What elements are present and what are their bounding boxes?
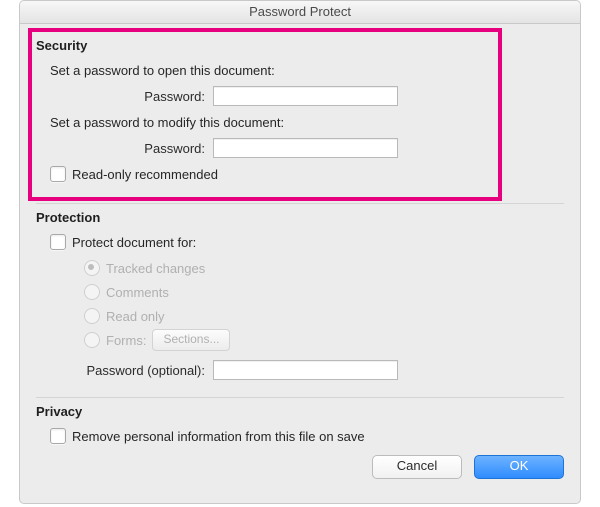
comments-radio [84, 284, 100, 300]
open-password-label: Password: [50, 89, 205, 104]
window-title: Password Protect [20, 1, 580, 24]
protection-password-input[interactable] [213, 360, 398, 380]
password-protect-dialog: Password Protect Security Set a password… [19, 0, 581, 504]
ok-button[interactable]: OK [474, 455, 564, 479]
tracked-changes-label: Tracked changes [106, 261, 205, 276]
privacy-heading: Privacy [36, 404, 564, 419]
cancel-button[interactable]: Cancel [372, 455, 462, 479]
protection-heading: Protection [36, 210, 564, 225]
protect-document-label: Protect document for: [72, 235, 196, 250]
security-section: Security Set a password to open this doc… [36, 32, 564, 203]
readonly-recommended-checkbox[interactable] [50, 166, 66, 182]
comments-label: Comments [106, 285, 169, 300]
modify-password-prompt: Set a password to modify this document: [50, 115, 284, 130]
remove-personal-info-label: Remove personal information from this fi… [72, 429, 365, 444]
readonly-recommended-label: Read-only recommended [72, 167, 218, 182]
privacy-section: Privacy Remove personal information from… [36, 397, 564, 491]
remove-personal-info-checkbox[interactable] [50, 428, 66, 444]
open-password-input[interactable] [213, 86, 398, 106]
sections-button: Sections... [152, 329, 230, 351]
forms-label: Forms: [106, 333, 146, 348]
security-heading: Security [36, 38, 564, 53]
protect-document-checkbox[interactable] [50, 234, 66, 250]
protection-password-label: Password (optional): [50, 363, 205, 378]
read-only-radio [84, 308, 100, 324]
tracked-changes-radio [84, 260, 100, 276]
modify-password-input[interactable] [213, 138, 398, 158]
read-only-label: Read only [106, 309, 165, 324]
protection-section: Protection Protect document for: Tracked… [36, 203, 564, 397]
modify-password-label: Password: [50, 141, 205, 156]
open-password-prompt: Set a password to open this document: [50, 63, 275, 78]
forms-radio [84, 332, 100, 348]
